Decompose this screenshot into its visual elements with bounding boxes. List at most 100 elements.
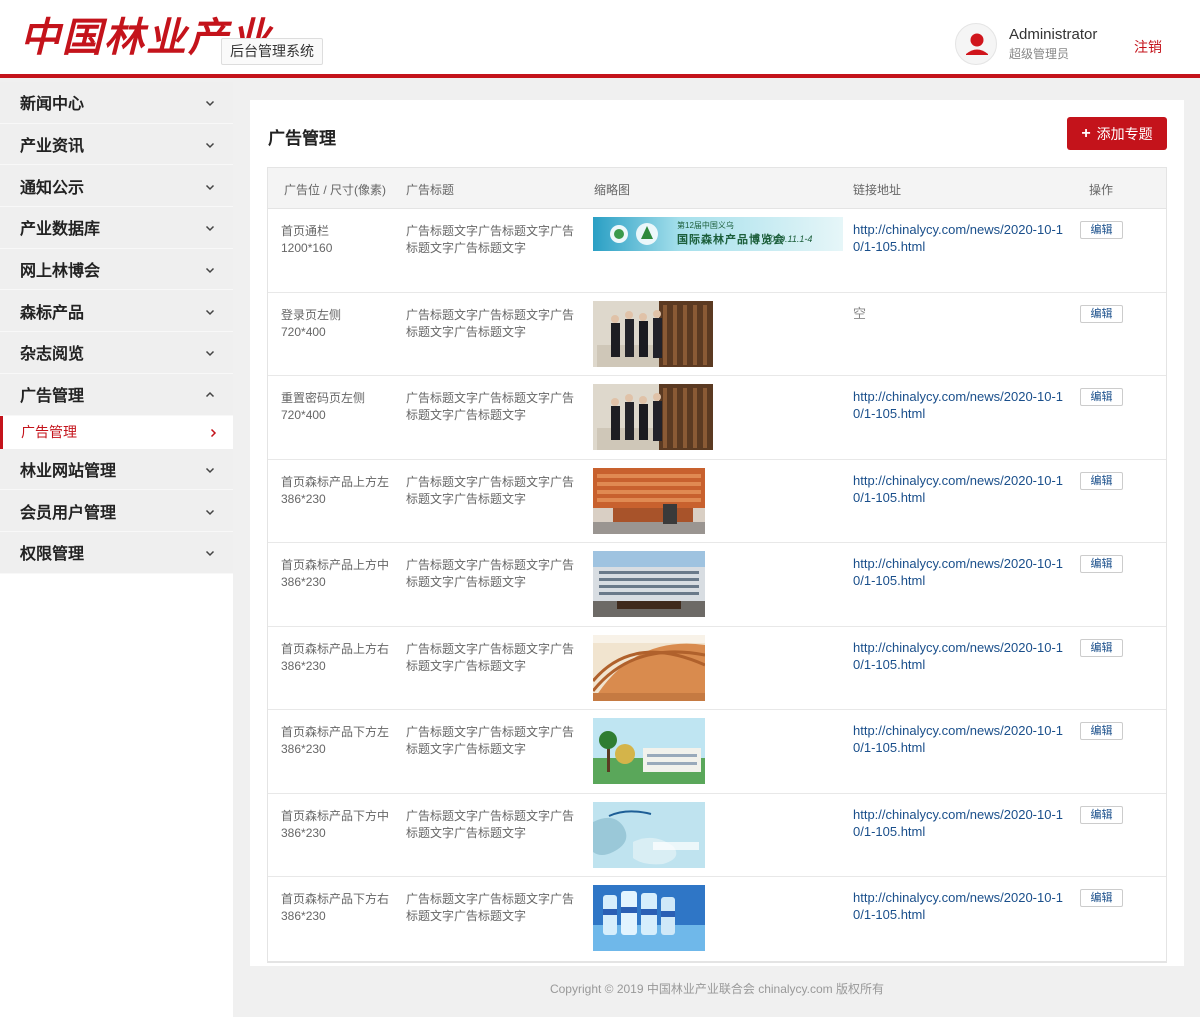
ad-table: 广告位 / 尺寸(像素) 广告标题 缩略图 链接地址 操作 首页通栏 1200*1… xyxy=(267,167,1167,963)
ad-thumbnail-cell xyxy=(593,718,705,784)
column-header-action: 操作 xyxy=(1089,183,1114,197)
sidebar-menu: 新闻中心 产业资讯 通知公示 产业数据库 网上林博会 森标产品 杂志阅览 广告管理 广告管理 林业… xyxy=(0,82,233,1017)
ad-position-cell: 首页森标产品上方右 386*230 xyxy=(281,641,396,675)
ad-link[interactable]: http://chinalycy.com/news/2020-10-10/1-1… xyxy=(853,555,1073,589)
chevron-down-icon xyxy=(204,221,216,233)
sidebar-item-label: 广告管理 xyxy=(20,388,85,406)
sidebar-item[interactable]: 网上林博会 xyxy=(0,248,233,291)
ad-link[interactable]: http://chinalycy.com/news/2020-10-10/1-1… xyxy=(853,806,1073,840)
ad-size: 386*230 xyxy=(281,491,326,506)
ad-position-cell: 首页森标产品下方中 386*230 xyxy=(281,808,396,842)
thumbnail-image xyxy=(593,551,705,617)
sidebar-item[interactable]: 权限管理 xyxy=(0,531,233,574)
ad-title-cell: 广告标题文字广告标题文字广告标题文字广告标题文字 xyxy=(406,892,575,923)
ad-link[interactable]: http://chinalycy.com/news/2020-10-10/1-1… xyxy=(853,639,1073,673)
ad-link[interactable]: http://chinalycy.com/news/2020-10-10/1-1… xyxy=(853,472,1073,506)
chevron-down-icon xyxy=(204,346,216,358)
main-panel: 广告管理 + 添加专题 广告位 / 尺寸(像素) 广告标题 缩略图 链接地址 操… xyxy=(250,100,1184,966)
thumbnail-image xyxy=(593,300,713,367)
sidebar-item-label: 产业数据库 xyxy=(20,221,101,239)
ad-link[interactable]: http://chinalycy.com/news/2020-10-10/1-1… xyxy=(853,889,1073,923)
plus-icon: + xyxy=(1081,124,1091,142)
edit-button[interactable]: 编辑 xyxy=(1080,304,1123,323)
ad-position-cell: 首页森标产品下方右 386*230 xyxy=(281,891,396,925)
thumbnail-image: 第12届中国义乌 国际森林产品博览会 2019.11.1-4 xyxy=(593,217,843,251)
logout-link[interactable]: 注销 xyxy=(1134,37,1162,57)
table-row: 首页森标产品下方右 386*230 广告标题文字广告标题文字广告标题文字广告标题文字… xyxy=(268,877,1166,961)
column-header-title: 广告标题 xyxy=(406,183,455,197)
ad-size: 386*230 xyxy=(281,658,326,673)
banner-date: 2019.11.1-4 xyxy=(765,234,813,244)
chevron-down-icon xyxy=(204,546,216,558)
sidebar-item[interactable]: 会员用户管理 xyxy=(0,490,233,532)
edit-button[interactable]: 编辑 xyxy=(1080,388,1123,406)
sidebar-item-label: 杂志阅览 xyxy=(20,346,85,364)
ad-title-cell: 广告标题文字广告标题文字广告标题文字广告标题文字 xyxy=(406,725,575,756)
ad-position-name: 首页森标产品上方左 xyxy=(281,474,390,489)
sidebar-item[interactable]: 产业数据库 xyxy=(0,207,233,249)
ad-title-cell: 广告标题文字广告标题文字广告标题文字广告标题文字 xyxy=(406,474,575,506)
chevron-up-icon xyxy=(204,388,216,400)
ad-title-cell: 广告标题文字广告标题文字广告标题文字广告标题文字 xyxy=(406,808,575,840)
chevron-down-icon xyxy=(204,96,216,108)
thumbnail-image xyxy=(593,801,705,868)
ad-position-name: 登录页左侧 xyxy=(281,307,342,322)
edit-button[interactable]: 编辑 xyxy=(1080,805,1123,824)
edit-button[interactable]: 编辑 xyxy=(1080,555,1123,573)
ad-link[interactable]: http://chinalycy.com/news/2020-10-10/1-1… xyxy=(853,388,1073,422)
sidebar-item[interactable]: 产业资讯 xyxy=(0,123,233,166)
user-avatar-icon[interactable] xyxy=(955,23,997,65)
sidebar-item-label: 新闻中心 xyxy=(20,96,85,114)
top-header: 中国林业产业 后台管理系统 Administrator 超级管理员 注销 xyxy=(0,0,1200,78)
sidebar-item[interactable]: 森标产品 xyxy=(0,290,233,333)
sidebar-item[interactable]: 杂志阅览 xyxy=(0,332,233,374)
sidebar-item[interactable]: 广告管理 xyxy=(0,373,233,416)
ad-position-cell: 首页森标产品下方左 386*230 xyxy=(281,724,396,758)
table-row: 登录页左侧 720*400 广告标题文字广告标题文字广告标题文字广告标题文字 空 编辑 xyxy=(268,293,1166,376)
ad-thumbnail-cell xyxy=(593,300,713,367)
sidebar-item-label: 林业网站管理 xyxy=(20,462,117,480)
thumbnail-image xyxy=(593,885,705,951)
ad-position-cell: 首页通栏 1200*160 xyxy=(281,223,396,257)
ad-thumbnail-cell xyxy=(593,551,705,617)
chevron-down-icon xyxy=(204,305,216,317)
system-name-badge: 后台管理系统 xyxy=(221,38,323,65)
sidebar-item-label: 森标产品 xyxy=(20,304,85,322)
chevron-down-icon xyxy=(204,505,216,517)
ad-position-name: 重置密码页左侧 xyxy=(281,391,366,405)
ad-size: 386*230 xyxy=(281,742,326,756)
ad-position-name: 首页森标产品上方中 xyxy=(281,558,390,572)
sidebar-item[interactable]: 林业网站管理 xyxy=(0,448,233,491)
sidebar-item-label: 产业资讯 xyxy=(20,138,85,156)
table-header: 广告位 / 尺寸(像素) 广告标题 缩略图 链接地址 操作 xyxy=(268,168,1166,209)
edit-button[interactable]: 编辑 xyxy=(1080,638,1123,657)
ad-link[interactable]: http://chinalycy.com/news/2020-10-10/1-1… xyxy=(853,722,1073,756)
chevron-down-icon xyxy=(204,138,216,150)
ad-thumbnail-cell xyxy=(593,801,705,868)
chevron-right-icon xyxy=(207,426,219,438)
ad-position-cell: 首页森标产品上方左 386*230 xyxy=(281,474,396,508)
add-topic-button[interactable]: + 添加专题 xyxy=(1067,117,1167,150)
ad-position-cell: 首页森标产品上方中 386*230 xyxy=(281,557,396,591)
table-body: 首页通栏 1200*160 广告标题文字广告标题文字广告标题文字广告标题文字 第12届… xyxy=(268,209,1166,961)
ad-thumbnail-cell xyxy=(593,384,713,450)
ad-position-name: 首页森标产品下方中 xyxy=(281,808,390,823)
ad-size: 386*230 xyxy=(281,909,326,923)
sidebar-item[interactable]: 新闻中心 xyxy=(0,82,233,124)
sidebar-item-label: 会员用户管理 xyxy=(20,504,117,522)
thumbnail-image xyxy=(593,718,705,784)
ad-size: 720*400 xyxy=(281,408,326,422)
ad-link[interactable]: http://chinalycy.com/news/2020-10-10/1-1… xyxy=(853,221,1073,255)
edit-button[interactable]: 编辑 xyxy=(1080,722,1123,740)
edit-button[interactable]: 编辑 xyxy=(1080,889,1123,907)
sidebar-item[interactable]: 通知公示 xyxy=(0,165,233,208)
edit-button[interactable]: 编辑 xyxy=(1080,471,1123,490)
sidebar-subitem-active[interactable]: 广告管理 xyxy=(0,415,233,449)
edit-button[interactable]: 编辑 xyxy=(1080,221,1123,239)
table-row: 首页通栏 1200*160 广告标题文字广告标题文字广告标题文字广告标题文字 第12届… xyxy=(268,209,1166,293)
thumbnail-image xyxy=(593,634,705,701)
ad-title-cell: 广告标题文字广告标题文字广告标题文字广告标题文字 xyxy=(406,307,575,339)
footer-copyright: Copyright © 2019 中国林业产业联合会 chinalycy.com… xyxy=(549,982,885,996)
ad-link: 空 xyxy=(853,305,867,321)
ad-position-name: 首页森标产品上方右 xyxy=(281,641,390,656)
